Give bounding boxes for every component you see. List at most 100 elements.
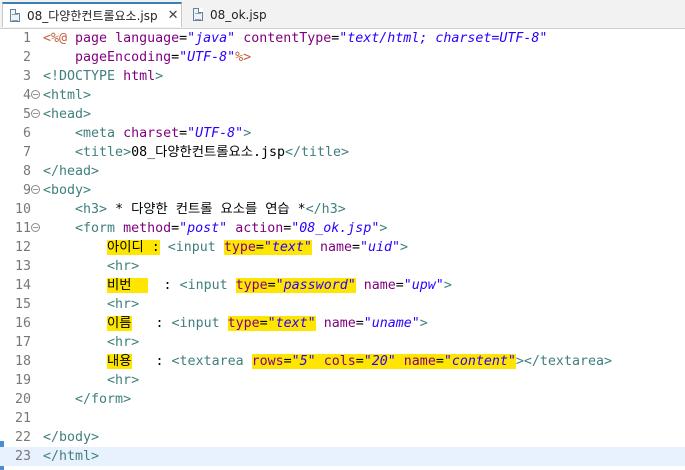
code-token: "post"	[179, 221, 228, 236]
code-token: "java"	[187, 31, 236, 46]
code-token: method	[123, 221, 172, 236]
code-token: "uid"	[359, 240, 401, 255]
code-text: <meta charset="UTF-8">	[43, 124, 251, 143]
line-number: 7	[22, 145, 31, 160]
fold-toggle-icon[interactable]: −	[31, 223, 40, 232]
code-line[interactable]: 11− <form method="post" action="08_ok.js…	[0, 219, 685, 238]
line-number: 19	[14, 373, 31, 388]
line-number: 14	[14, 278, 31, 293]
code-text: <hr>	[43, 333, 139, 352]
code-token: =	[179, 126, 188, 141]
code-line[interactable]: 9− <body>	[0, 181, 685, 200]
highlighted-token: "content"	[443, 354, 516, 369]
code-text: 아이디 : <input type="text" name="uid">	[43, 238, 408, 257]
code-text: </form>	[43, 390, 131, 409]
code-token: <body>	[43, 183, 92, 198]
code-token: name	[323, 316, 356, 331]
code-line[interactable]: 6 <meta charset="UTF-8">	[0, 124, 685, 143]
code-token: name	[319, 240, 352, 255]
code-token: </html>	[43, 449, 100, 464]
code-token: <hr>	[107, 259, 140, 274]
code-line[interactable]: 12 아이디 : <input type="text" name="uid">	[0, 238, 685, 257]
code-token: :	[131, 354, 172, 369]
close-icon[interactable]: ✕	[168, 8, 179, 23]
fold-toggle-icon[interactable]: −	[31, 185, 40, 194]
highlighted-token: "password"	[275, 278, 356, 293]
code-token: "uname"	[363, 316, 420, 331]
code-token: </title>	[284, 145, 350, 160]
code-token: :	[131, 316, 172, 331]
code-token: "08_ok.jsp"	[291, 221, 380, 236]
highlighted-token	[395, 354, 404, 369]
code-line[interactable]: 18 내용 : <textarea rows="5" cols="20" nam…	[0, 352, 685, 371]
highlighted-token: 이름	[107, 316, 132, 331]
code-line[interactable]: 16 이름 : <input type="text" name="uname">	[0, 314, 685, 333]
highlighted-token: =	[259, 316, 268, 331]
tab-label: 08_다양한컨트롤요소.jsp	[27, 9, 158, 23]
code-text: <h3> * 다양한 컨트롤 요소를 연습 *</h3>	[43, 200, 346, 219]
tab-08-controls-jsp[interactable]: 08_다양한컨트롤요소.jsp ✕	[2, 2, 182, 27]
highlighted-token: =	[283, 354, 292, 369]
highlighted-token: =	[267, 278, 276, 293]
code-line[interactable]: 5− <head>	[0, 105, 685, 124]
code-line[interactable]: 19 <hr>	[0, 371, 685, 390]
code-token: <textarea	[171, 354, 252, 369]
code-token: >	[379, 221, 388, 236]
code-line[interactable]: 7 <title>08_다양한컨트롤요소.jsp</title>	[0, 143, 685, 162]
code-editor[interactable]: 1 <%@ page language="java" contentType="t…	[0, 29, 685, 470]
code-text: 이름 : <input type="text" name="uname">	[43, 314, 428, 333]
fold-toggle-icon[interactable]: −	[31, 90, 40, 99]
code-token: </h3>	[305, 202, 346, 217]
code-token: =	[355, 316, 364, 331]
code-line[interactable]: 8 </head>	[0, 162, 685, 181]
highlighted-token: "text"	[263, 240, 312, 255]
line-number: 10	[14, 202, 31, 217]
line-number: 16	[14, 316, 31, 331]
code-token: >	[400, 240, 409, 255]
code-line[interactable]: 1 <%@ page language="java" contentType="t…	[0, 29, 685, 48]
highlighted-token: type	[223, 240, 256, 255]
line-number: 3	[22, 69, 31, 84]
code-token: </head>	[43, 164, 100, 179]
code-line[interactable]: 17 <hr>	[0, 333, 685, 352]
code-line[interactable]: 15 <hr>	[0, 295, 685, 314]
code-line[interactable]: 4− <html>	[0, 86, 685, 105]
code-text: <body>	[43, 181, 91, 200]
code-line[interactable]: 2 pageEncoding="UTF-8"%>	[0, 48, 685, 67]
code-token: <input	[167, 240, 224, 255]
code-line[interactable]: 21	[0, 409, 685, 428]
highlighted-token: 내용	[107, 354, 132, 369]
tab-08-ok-jsp[interactable]: 08_ok.jsp	[186, 2, 276, 27]
code-token: %>	[235, 50, 252, 65]
code-token: <hr>	[107, 297, 140, 312]
code-line[interactable]: 20 </form>	[0, 390, 685, 409]
line-number: 1	[22, 31, 31, 46]
code-line[interactable]: 13 <hr>	[0, 257, 685, 276]
highlighted-token: =	[435, 354, 444, 369]
code-token: language	[115, 31, 180, 46]
line-number: 15	[14, 297, 31, 312]
code-token: =	[351, 240, 360, 255]
code-token: 08_다양한컨트롤요소.jsp	[131, 145, 285, 160]
code-token: >	[443, 278, 452, 293]
code-line[interactable]: 22 </body>	[0, 428, 685, 447]
code-token: <%@	[43, 31, 76, 46]
fold-toggle-icon[interactable]: −	[31, 109, 40, 118]
line-number: 22	[14, 430, 31, 445]
code-line[interactable]: 23 </html>	[0, 447, 685, 466]
code-line[interactable]: 10 <h3> * 다양한 컨트롤 요소를 연습 *</h3>	[0, 200, 685, 219]
code-line[interactable]: 3 <!DOCTYPE html>	[0, 67, 685, 86]
code-line[interactable]: 14 비번 : <input type="password" name="upw…	[0, 276, 685, 295]
jsp-file-icon	[192, 7, 205, 22]
code-token: "UTF-8"	[179, 50, 236, 65]
code-token: </body>	[43, 430, 100, 445]
line-number: 21	[14, 411, 31, 426]
code-token: page	[75, 31, 116, 46]
